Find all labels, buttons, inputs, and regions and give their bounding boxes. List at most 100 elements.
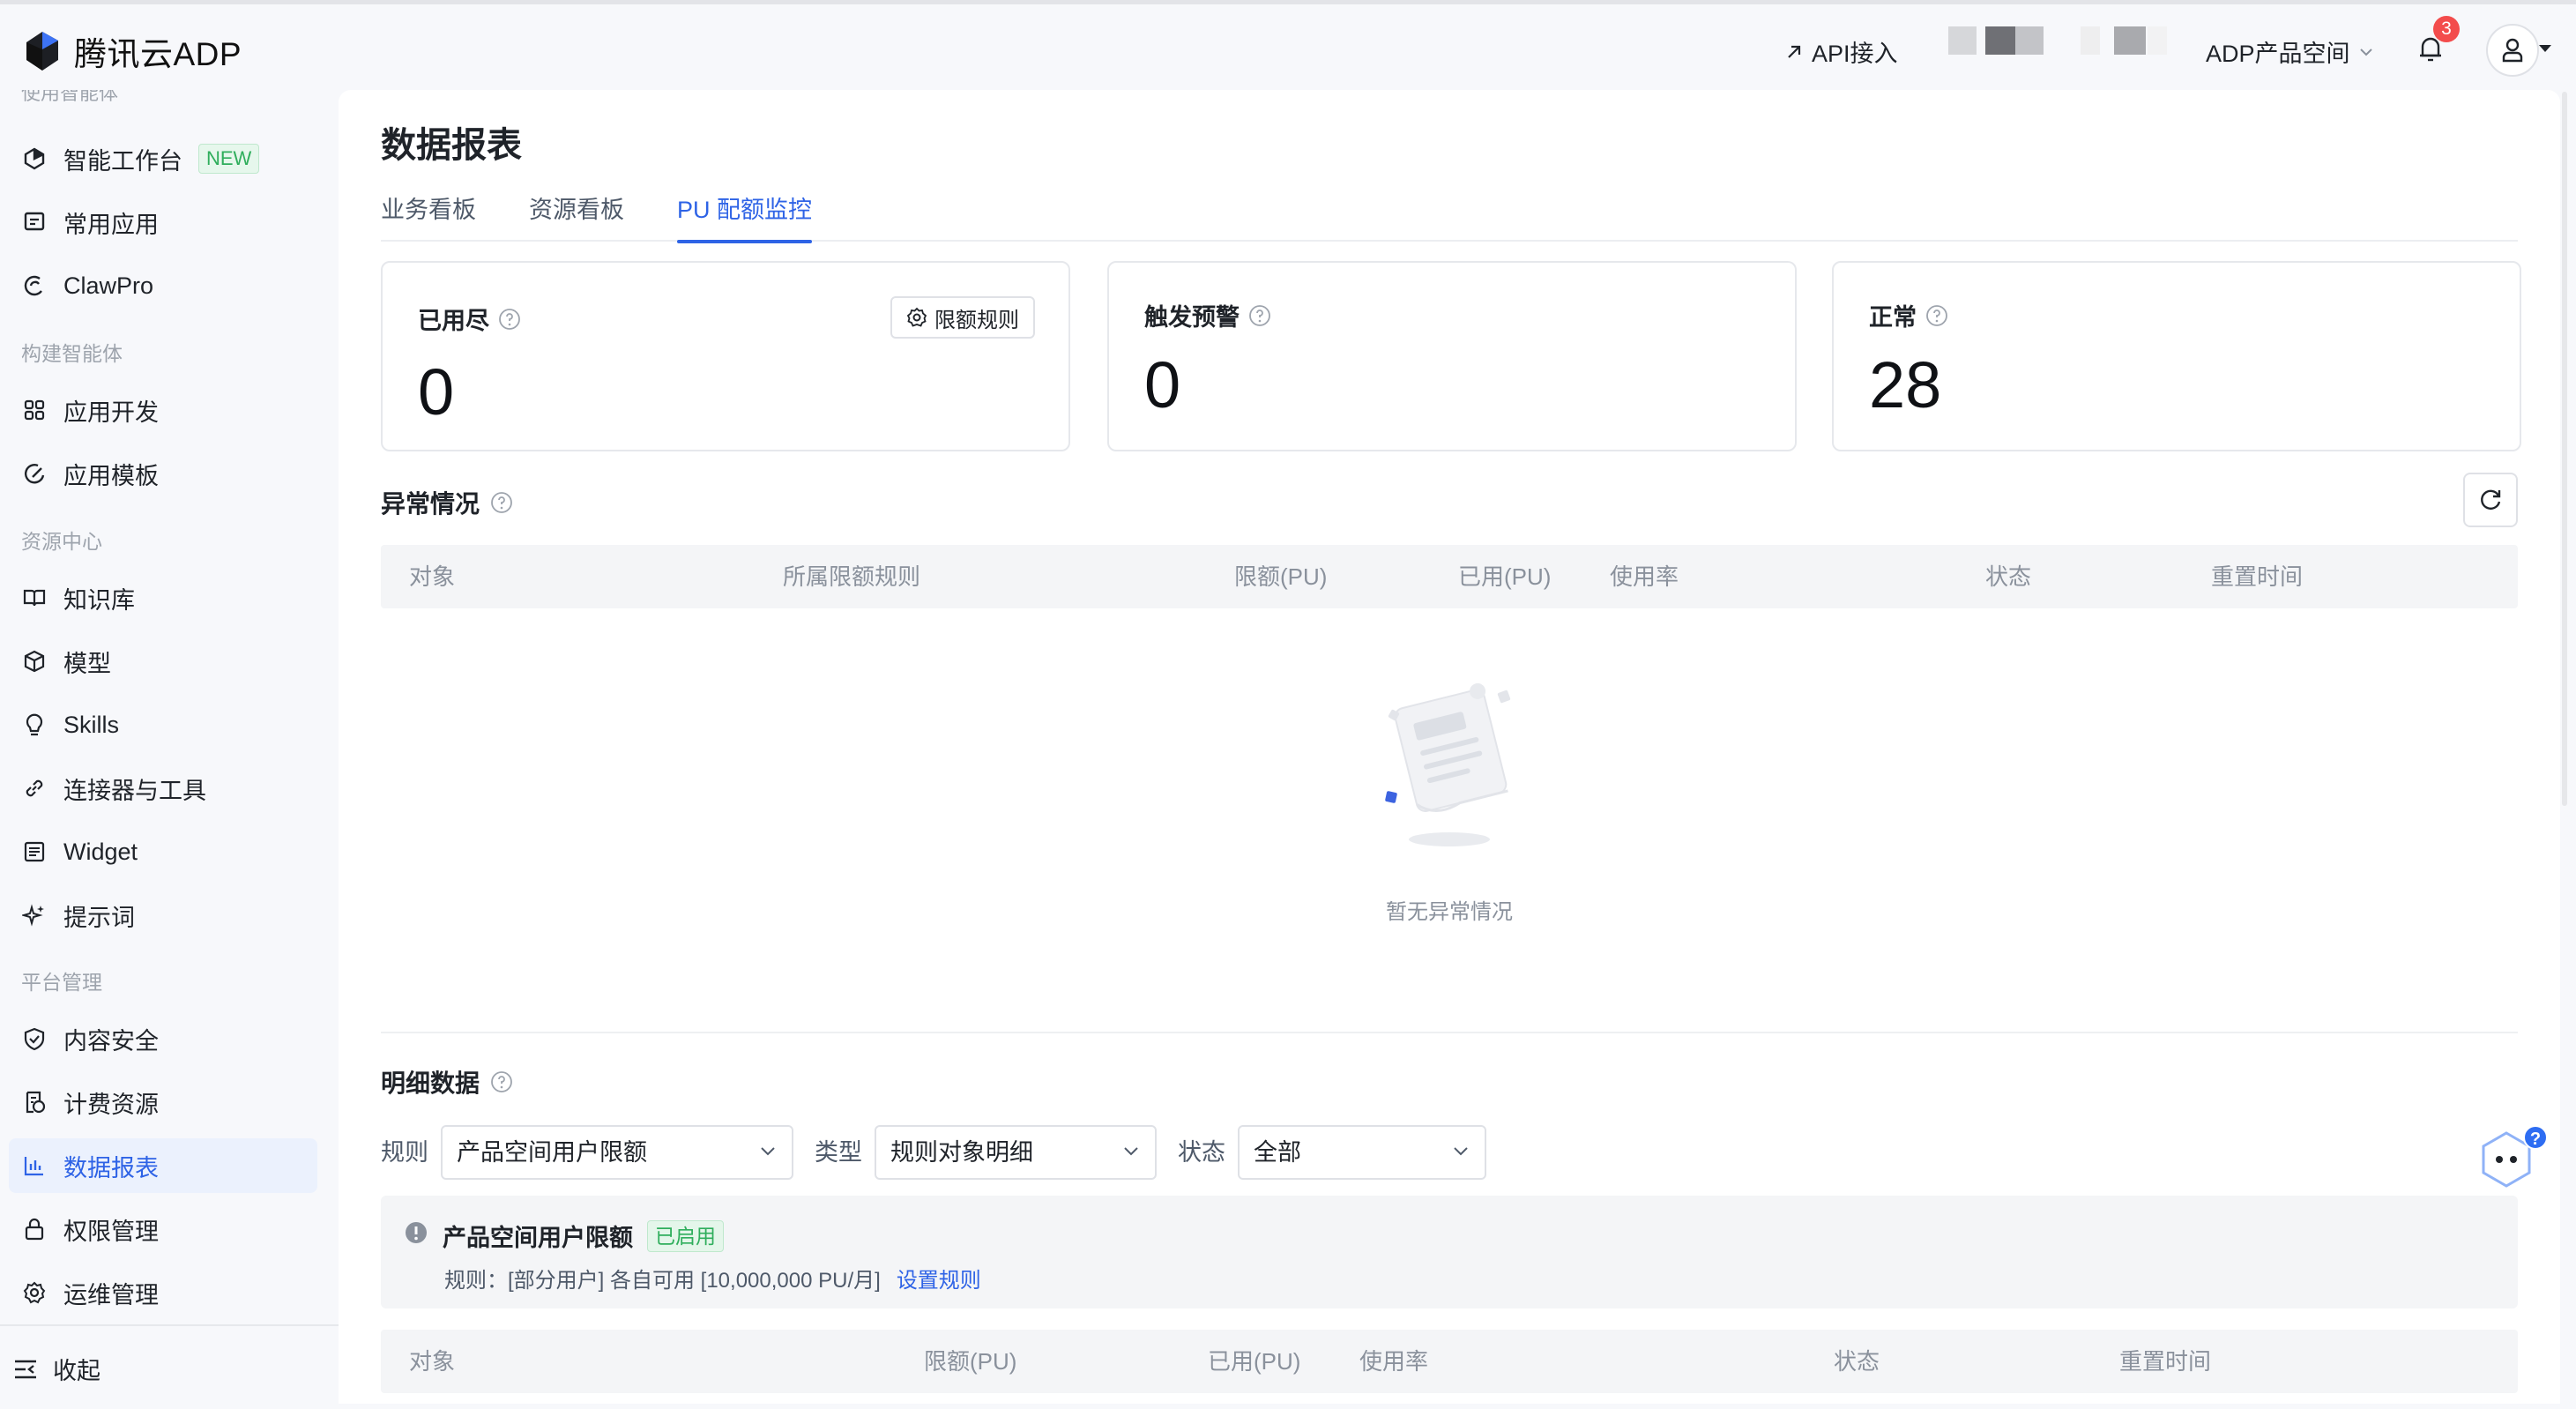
product-space-select[interactable]: ADP产品空间 — [2206, 34, 2373, 69]
sidebar-item-label: 智能工作台 — [63, 147, 182, 175]
sidebar-item-label: Skills — [63, 711, 120, 738]
sidebar-item-label: 知识库 — [63, 586, 135, 614]
sidebar-item-app-dev[interactable]: 应用开发 — [9, 383, 317, 437]
sidebar-item-common-apps[interactable]: 常用应用 — [9, 195, 317, 250]
new-badge: NEW — [198, 144, 260, 174]
brand-logo[interactable]: 腾讯云ADP — [23, 29, 242, 73]
brand-name: 腾讯云ADP — [74, 36, 242, 72]
notice-title: 产品空间用户限额 已启用 — [443, 1219, 724, 1253]
column-header: 已用(PU) — [1458, 563, 1552, 590]
status-select-value: 全部 — [1254, 1139, 1301, 1166]
stat-label-text: 触发预警 — [1144, 304, 1240, 331]
workbench-icon — [21, 145, 48, 172]
column-header: 对象 — [409, 563, 456, 590]
filter-label-type: 类型 — [815, 1139, 862, 1166]
user-icon — [2502, 38, 2523, 63]
anomaly-title-text: 异常情况 — [381, 490, 480, 518]
sidebar-group-build: 构建智能体 — [21, 342, 123, 365]
sidebar-item-label: 计费资源 — [63, 1091, 159, 1118]
refresh-icon — [2481, 489, 2501, 510]
notice-rule-text: 规则：[部分用户] 各自可用 [10,000,000 PU/月] — [444, 1269, 881, 1293]
sidebar-item-connectors[interactable]: 连接器与工具 — [9, 761, 317, 816]
link-icon — [21, 775, 48, 801]
anomaly-section-title: 异常情况 — [381, 485, 513, 520]
sidebar-item-app-template[interactable]: 应用模板 — [9, 446, 317, 501]
help-icon[interactable] — [498, 308, 521, 331]
sidebar-item-label: 应用开发 — [63, 399, 159, 426]
stat-value-exhausted: 0 — [418, 355, 455, 429]
column-header: 重置时间 — [2119, 1348, 2212, 1375]
stat-label-text: 已用尽 — [418, 308, 489, 334]
api-access-link[interactable]: API接入 — [1785, 34, 1898, 69]
sidebar-item-permissions[interactable]: 权限管理 — [9, 1202, 317, 1256]
column-header: 状态 — [1985, 563, 2032, 590]
cube-icon — [21, 648, 48, 675]
notice-rule: 规则：[部分用户] 各自可用 [10,000,000 PU/月] 设置规则 — [444, 1263, 981, 1293]
page-title: 数据报表 — [381, 126, 522, 165]
column-header: 限额(PU) — [1234, 563, 1328, 590]
sidebar-item-widget[interactable]: Widget — [9, 824, 317, 879]
sidebar-collapse-button[interactable]: 收起 — [12, 1352, 101, 1386]
page-scrollbar[interactable] — [2562, 92, 2567, 806]
tab-pu-quota-monitor[interactable]: PU 配额监控 — [677, 190, 813, 243]
stat-label-normal: 正常 — [1869, 298, 1948, 332]
user-avatar-button[interactable] — [2486, 24, 2539, 77]
sidebar-item-data-report[interactable]: 数据报表 — [9, 1138, 317, 1193]
chevron-down-icon — [1124, 1147, 1138, 1156]
sidebar-item-label: ClawPro — [63, 272, 154, 299]
rule-notice: 产品空间用户限额 已启用 规则：[部分用户] 各自可用 [10,000,000 … — [381, 1196, 2518, 1308]
column-header: 状态 — [1834, 1348, 1880, 1375]
help-icon[interactable] — [1248, 304, 1271, 327]
column-header: 使用率 — [1610, 563, 1679, 590]
sidebar-group-use-agent: 使用智能体 — [21, 90, 119, 104]
caret-down-icon[interactable] — [2537, 43, 2553, 54]
sidebar-item-ops[interactable]: 运维管理 — [9, 1265, 317, 1320]
type-select[interactable]: 规则对象明细 — [875, 1125, 1157, 1180]
status-select[interactable]: 全部 — [1238, 1125, 1486, 1180]
tab-resource-board[interactable]: 资源看板 — [529, 190, 624, 242]
sidebar-group-resource: 资源中心 — [21, 530, 102, 553]
refresh-button[interactable] — [2463, 473, 2518, 527]
sidebar-group-platform: 平台管理 — [21, 971, 102, 994]
chevron-down-icon — [761, 1147, 775, 1156]
sidebar-item-content-safety[interactable]: 内容安全 — [9, 1011, 317, 1066]
sidebar-item-label: 内容安全 — [63, 1027, 159, 1055]
sidebar-item-prompts[interactable]: 提示词 — [9, 888, 317, 943]
billing-icon — [21, 1089, 48, 1115]
sidebar-item-skills[interactable]: Skills — [9, 697, 317, 752]
column-header: 重置时间 — [2211, 563, 2304, 590]
top-header: 腾讯云ADP API接入 ADP产品空间 3 — [0, 4, 2576, 90]
anomaly-table-header: 对象 所属限额规则 限额(PU) 已用(PU) 使用率 状态 重置时间 — [381, 545, 2518, 608]
detail-title-text: 明细数据 — [381, 1070, 480, 1097]
tab-business-board[interactable]: 业务看板 — [381, 190, 476, 242]
assistant-help-badge[interactable]: ? — [2523, 1125, 2548, 1150]
stat-label-warning: 触发预警 — [1144, 298, 1271, 332]
gear-icon — [21, 1279, 48, 1306]
help-icon[interactable] — [490, 491, 513, 514]
grid-icon — [21, 397, 48, 423]
section-divider — [381, 1032, 2518, 1033]
detail-table-header: 对象 限额(PU) 已用(PU) 使用率 状态 重置时间 — [381, 1330, 2518, 1393]
bulb-icon — [21, 712, 48, 738]
sidebar-item-clawpro[interactable]: ClawPro — [9, 258, 317, 313]
sidebar-item-billing[interactable]: 计费资源 — [9, 1075, 317, 1129]
masked-account-info — [1948, 26, 2167, 55]
gear-icon — [906, 307, 927, 327]
sidebar-divider — [0, 1324, 339, 1326]
rule-select[interactable]: 产品空间用户限额 — [441, 1125, 793, 1180]
sidebar-item-workbench[interactable]: 智能工作台 NEW — [9, 131, 317, 186]
rule-select-value: 产品空间用户限额 — [457, 1139, 647, 1166]
book-icon — [21, 585, 48, 611]
help-icon[interactable] — [490, 1070, 513, 1093]
sidebar-item-model[interactable]: 模型 — [9, 634, 317, 689]
quota-rule-label: 限额规则 — [934, 308, 1019, 332]
help-icon[interactable] — [1925, 304, 1948, 327]
set-rule-link[interactable]: 设置规则 — [897, 1269, 981, 1293]
product-space-label: ADP产品空间 — [2206, 41, 2350, 67]
sidebar-item-knowledge[interactable]: 知识库 — [9, 570, 317, 625]
sidebar-item-label: 运维管理 — [63, 1281, 159, 1308]
tab-bar: 业务看板 资源看板 PU 配额监控 — [381, 190, 2518, 243]
chart-icon — [21, 1152, 48, 1179]
quota-rule-button[interactable]: 限额规则 — [890, 296, 1035, 339]
widget-icon — [21, 839, 48, 865]
